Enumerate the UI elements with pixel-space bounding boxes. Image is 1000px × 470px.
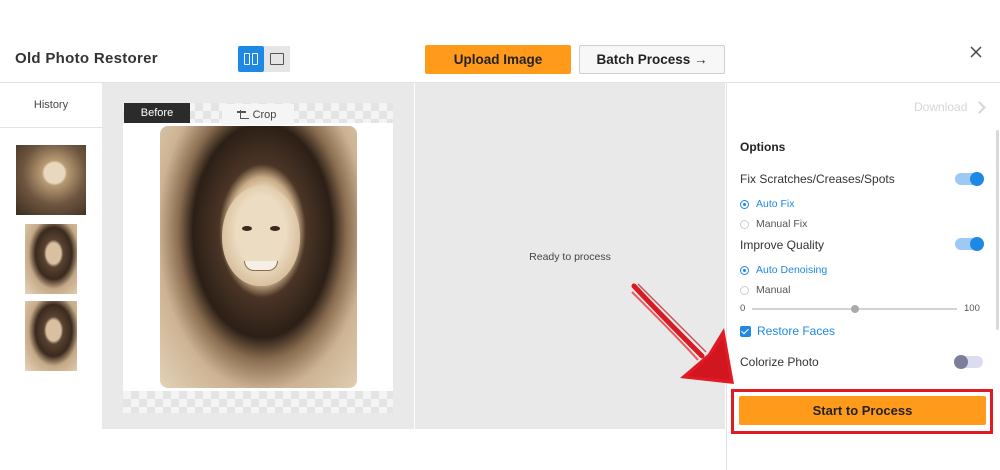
history-thumbnail-3[interactable] bbox=[25, 301, 77, 371]
fix-scratches-toggle[interactable] bbox=[955, 172, 984, 186]
history-title: History bbox=[0, 83, 102, 128]
download-button[interactable]: Download bbox=[914, 100, 987, 114]
split-view-icon bbox=[244, 53, 258, 65]
split-view-button[interactable] bbox=[238, 46, 264, 72]
colorize-label: Colorize Photo bbox=[740, 355, 819, 369]
history-thumbnail-2[interactable] bbox=[25, 224, 77, 294]
download-label: Download bbox=[914, 100, 968, 114]
view-mode-toggle bbox=[238, 46, 290, 72]
improve-quality-label: Improve Quality bbox=[740, 238, 825, 252]
auto-denoising-label: Auto Denoising bbox=[756, 264, 828, 276]
chevron-right-icon bbox=[973, 100, 987, 114]
options-title: Options bbox=[740, 140, 786, 154]
app-title: Old Photo Restorer bbox=[15, 50, 158, 67]
slider-max-label: 100 bbox=[964, 303, 980, 314]
crop-button[interactable]: Crop bbox=[222, 104, 294, 125]
fix-scratches-label: Fix Scratches/Creases/Spots bbox=[740, 172, 895, 186]
status-text: Ready to process bbox=[529, 251, 611, 263]
manual-quality-label: Manual bbox=[756, 284, 791, 296]
photo-smile bbox=[244, 261, 278, 271]
red-arrow-annotation bbox=[631, 283, 734, 384]
upload-image-button[interactable]: Upload Image bbox=[425, 45, 571, 74]
improve-quality-toggle[interactable] bbox=[955, 237, 984, 251]
manual-fix-label: Manual Fix bbox=[756, 218, 808, 230]
auto-fix-radio[interactable]: Auto Fix bbox=[740, 198, 795, 210]
manual-fix-radio[interactable]: Manual Fix bbox=[740, 218, 807, 230]
manual-quality-radio[interactable]: Manual bbox=[740, 284, 790, 296]
auto-fix-label: Auto Fix bbox=[756, 198, 795, 210]
crop-icon bbox=[236, 110, 249, 119]
auto-denoising-radio[interactable]: Auto Denoising bbox=[740, 264, 827, 276]
batch-process-button[interactable]: Batch Process → bbox=[579, 45, 725, 74]
history-thumbnail-1[interactable] bbox=[16, 145, 86, 215]
crop-label: Crop bbox=[252, 108, 277, 121]
close-icon[interactable] bbox=[968, 44, 984, 60]
slider-handle[interactable] bbox=[850, 305, 859, 313]
photo-eye bbox=[242, 226, 252, 231]
restore-faces-label[interactable]: Restore Faces bbox=[757, 324, 835, 338]
photo-eye bbox=[270, 226, 280, 231]
colorize-toggle[interactable] bbox=[954, 355, 983, 369]
start-process-button[interactable]: Start to Process bbox=[739, 396, 986, 425]
restore-faces-checkbox[interactable] bbox=[740, 326, 751, 337]
history-panel: History bbox=[0, 83, 102, 429]
sidebar-scrollbar[interactable] bbox=[996, 130, 999, 330]
single-view-button[interactable] bbox=[264, 46, 290, 72]
before-label: Before bbox=[124, 103, 190, 123]
before-photo bbox=[160, 126, 357, 388]
single-view-icon bbox=[270, 53, 284, 65]
quality-slider[interactable] bbox=[752, 305, 957, 313]
slider-min-label: 0 bbox=[740, 303, 746, 314]
photo-face bbox=[222, 186, 300, 286]
